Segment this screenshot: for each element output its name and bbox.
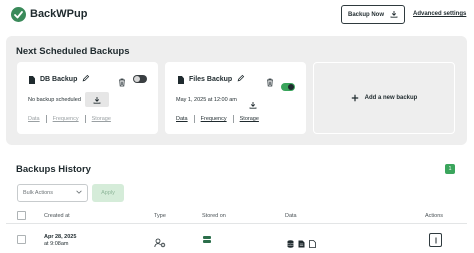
divider: [232, 115, 234, 123]
document-icon: [178, 76, 184, 84]
column-type: Type: [154, 213, 166, 219]
files-backup-toggle[interactable]: [281, 83, 295, 91]
row-data-icons: [287, 235, 316, 253]
scheduled-backups-title: Next Scheduled Backups: [16, 46, 130, 57]
link-storage[interactable]: Storage: [240, 116, 259, 122]
user-gear-icon: [154, 235, 166, 253]
trash-icon[interactable]: [266, 74, 274, 92]
db-backup-status: No backup scheduled: [28, 97, 81, 103]
link-data[interactable]: Data: [176, 116, 188, 122]
divider: [84, 115, 86, 123]
plus-icon: [351, 89, 359, 107]
brand-name: BackWPup: [30, 8, 88, 20]
row-checkbox[interactable]: [17, 235, 26, 244]
download-icon: [390, 10, 398, 20]
apply-button[interactable]: Apply: [92, 184, 124, 202]
db-download-button[interactable]: [85, 92, 109, 107]
files-card-links: Data Frequency Storage: [176, 115, 259, 123]
column-stored-on: Stored on: [202, 213, 226, 219]
link-storage[interactable]: Storage: [92, 116, 111, 122]
card-title-files: Files Backup: [189, 76, 233, 83]
history-count-badge: 1: [445, 164, 455, 174]
file-icon: [309, 235, 316, 253]
edit-pencil-icon[interactable]: [82, 74, 90, 86]
edit-pencil-icon[interactable]: [237, 74, 245, 86]
bulk-actions-select[interactable]: Bulk Actions: [17, 184, 88, 202]
download-icon[interactable]: [249, 96, 257, 114]
db-backup-toggle[interactable]: [133, 75, 147, 83]
select-all-checkbox[interactable]: [17, 211, 26, 220]
bulk-actions-value: Bulk Actions: [23, 190, 53, 196]
backup-now-label: Backup Now: [347, 11, 384, 18]
server-storage-icon: [203, 236, 211, 243]
divider: [6, 223, 467, 224]
backwpup-logo-icon: [11, 7, 26, 22]
divider: [45, 115, 47, 123]
db-card-links: Data Frequency Storage: [28, 115, 111, 123]
divider: [193, 115, 195, 123]
row-time: at 9:08am: [44, 241, 69, 247]
backups-history-title: Backups History: [16, 164, 91, 175]
card-title-db: DB Backup: [40, 76, 78, 83]
link-frequency[interactable]: Frequency: [53, 116, 79, 122]
advanced-settings-link[interactable]: Advanced settings: [413, 9, 466, 19]
column-actions: Actions: [425, 213, 444, 219]
more-vertical-icon: [435, 231, 437, 249]
column-data: Data: [285, 213, 297, 219]
link-frequency[interactable]: Frequency: [201, 116, 227, 122]
column-created-at: Created at: [44, 213, 70, 219]
document-icon: [29, 76, 35, 84]
files-backup-next-date: May 1, 2025 at 12:00 am: [176, 97, 237, 103]
document-icon: [298, 235, 305, 253]
card-title-row: Files Backup: [178, 74, 245, 86]
trash-icon[interactable]: [118, 74, 126, 92]
backup-now-button[interactable]: Backup Now: [341, 5, 405, 24]
row-actions-button[interactable]: [429, 233, 442, 247]
database-icon: [287, 235, 294, 253]
card-title-row: DB Backup: [29, 74, 90, 86]
add-new-backup-label: Add a new backup: [364, 95, 418, 101]
chevron-down-icon: [76, 190, 82, 196]
add-new-backup-card[interactable]: Add a new backup: [313, 62, 455, 134]
link-data[interactable]: Data: [28, 116, 40, 122]
